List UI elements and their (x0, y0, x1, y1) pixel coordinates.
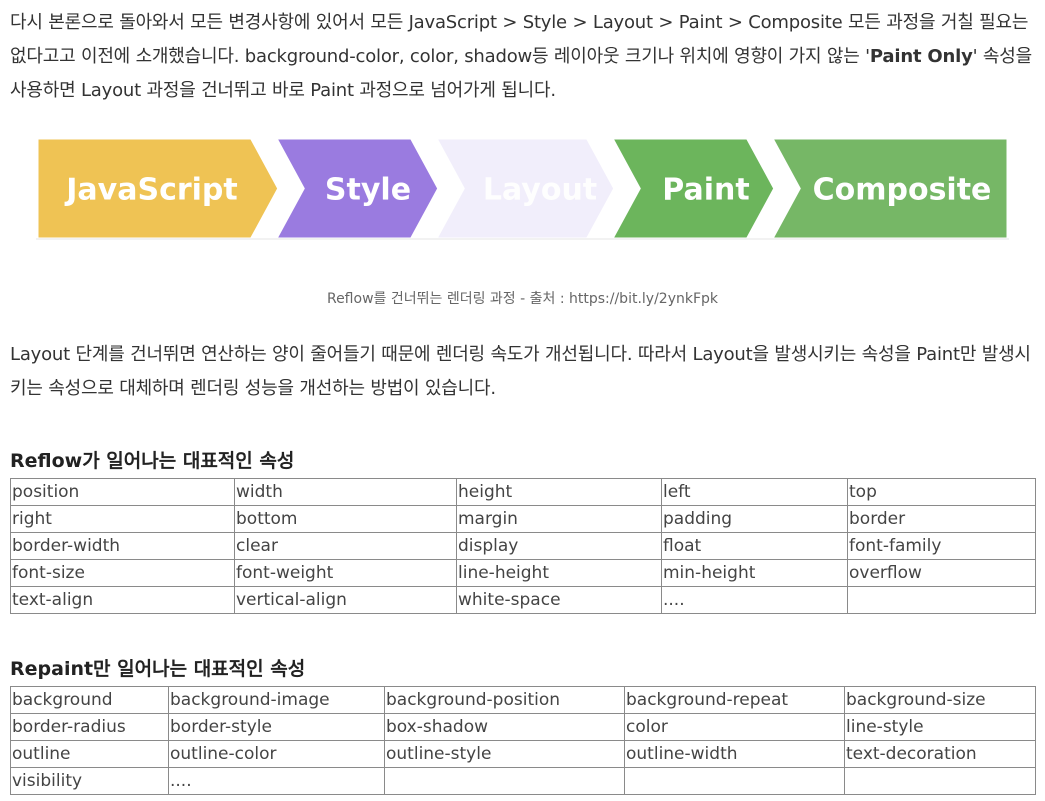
table-cell: background-repeat (624, 686, 845, 714)
table-row: border-radius border-style box-shadow color… (10, 713, 1036, 741)
table-cell: bottom (234, 505, 457, 533)
table-cell: outline-width (624, 740, 845, 768)
table-cell: outline-color (168, 740, 385, 768)
table-cell: outline-style (384, 740, 625, 768)
table-cell: text-align (10, 586, 235, 614)
table-row: background background-image background-pos… (10, 686, 1036, 714)
table-cell: position (10, 478, 235, 506)
table-cell: background (10, 686, 169, 714)
table-cell: font-family (847, 532, 1036, 560)
table-cell: line-height (456, 559, 662, 587)
table-row: border-width clear display float font-family (10, 532, 1036, 560)
table-cell (624, 767, 845, 795)
table-cell: text-decoration (844, 740, 1036, 768)
table-cell: border (847, 505, 1036, 533)
table-cell: box-shadow (384, 713, 625, 741)
table-cell (844, 767, 1036, 795)
body-paragraph: Layout 단계를 건너뛰면 연산하는 양이 줄어들기 때문에 렌더링 속도가… (10, 344, 1031, 399)
repaint-properties-table: background background-image background-pos… (10, 686, 1036, 795)
table-cell: float (661, 532, 848, 560)
table-row: visibility.... (10, 767, 1036, 795)
table-row: right bottom margin padding border (10, 505, 1036, 533)
table-cell: height (456, 478, 662, 506)
table-cell: border-radius (10, 713, 169, 741)
table-cell: display (456, 532, 662, 560)
table-cell: .... (168, 767, 385, 795)
table-cell: background-size (844, 686, 1036, 714)
table-cell: outline (10, 740, 169, 768)
table-cell: padding (661, 505, 848, 533)
table-row: outline outline-color outline-style outline… (10, 740, 1036, 768)
pipeline-stage-label: Layout (483, 173, 597, 208)
table-cell: width (234, 478, 457, 506)
figure-caption: Reflow를 건너뛰는 렌더링 과정 - 출처 : https://bit.l… (326, 291, 719, 307)
table-cell: overflow (847, 559, 1036, 587)
intro-bold-term: Paint Only (869, 46, 973, 67)
intro-paragraph: 다시 본론으로 돌아와서 모든 변경사항에 있어서 모든 JavaScript … (10, 6, 1032, 108)
table-cell (847, 586, 1036, 614)
reflow-heading: Reflow가 일어나는 대표적인 속성 (10, 450, 295, 472)
table-cell: left (661, 478, 848, 506)
table-cell: top (847, 478, 1036, 506)
table-cell: vertical-align (234, 586, 457, 614)
table-cell: line-style (844, 713, 1036, 741)
reflow-properties-table: position width height left top right bottom mar… (10, 478, 1036, 614)
table-cell (384, 767, 625, 795)
table-cell: font-weight (234, 559, 457, 587)
table-cell: background-position (384, 686, 625, 714)
pipeline-svg: JavaScript Style Layout Paint Composite (36, 137, 1009, 240)
table-cell: margin (456, 505, 662, 533)
table-cell: color (624, 713, 845, 741)
pipeline-stage-label: JavaScript (64, 173, 238, 208)
table-cell: right (10, 505, 235, 533)
pipeline-stage-label: Composite (813, 173, 992, 208)
table-cell: font-size (10, 559, 235, 587)
pipeline-stage-label: Style (325, 173, 411, 208)
table-cell: white-space (456, 586, 662, 614)
table-cell: clear (234, 532, 457, 560)
table-cell: visibility (10, 767, 169, 795)
table-cell: border-width (10, 532, 235, 560)
table-cell: .... (661, 586, 848, 614)
table-cell: background-image (168, 686, 385, 714)
table-row: text-align vertical-align white-space.... (10, 586, 1036, 614)
pipeline-stage-label: Paint (662, 173, 749, 208)
table-row: position width height left top (10, 478, 1036, 506)
table-cell: border-style (168, 713, 385, 741)
table-cell: min-height (661, 559, 848, 587)
table-row: font-size font-weight line-height min-heigh… (10, 559, 1036, 587)
repaint-heading: Repaint만 일어나는 대표적인 속성 (10, 658, 306, 680)
rendering-pipeline-figure: JavaScript Style Layout Paint Composite (36, 137, 1009, 240)
